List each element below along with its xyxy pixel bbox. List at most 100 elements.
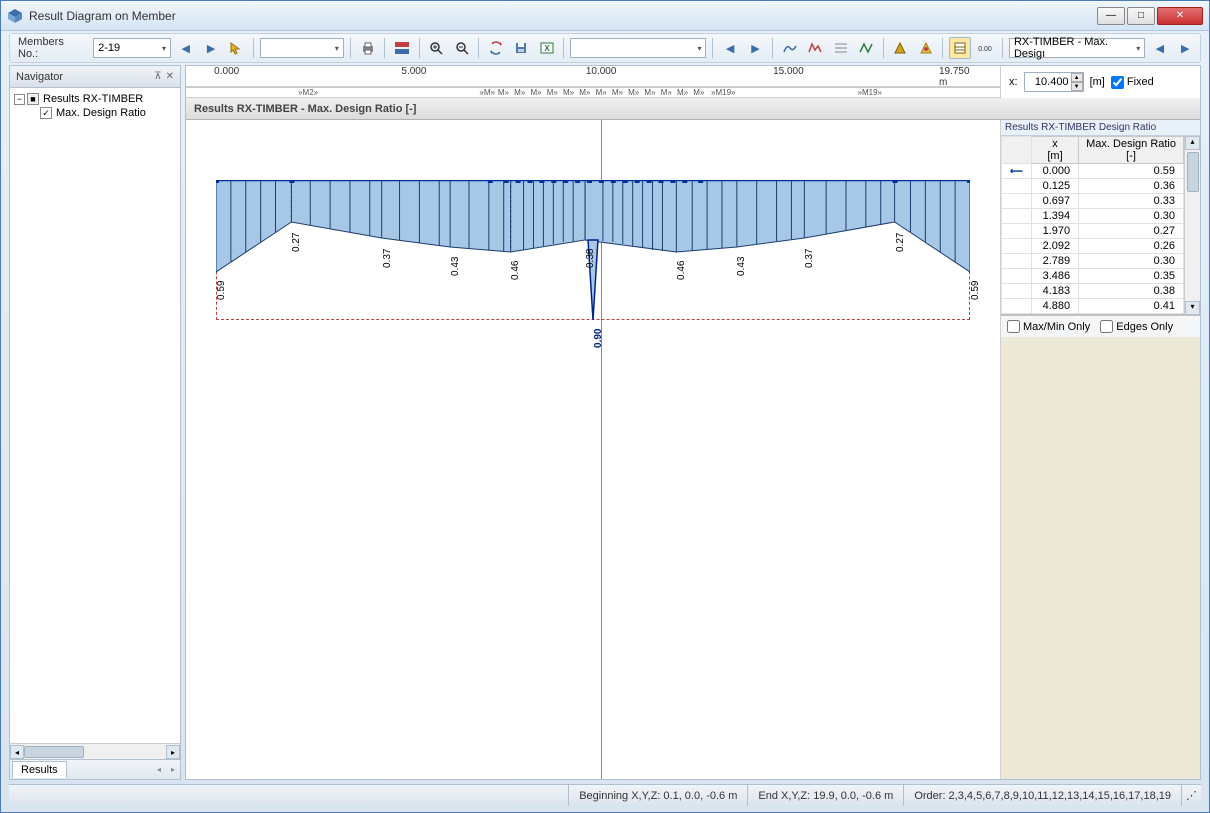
next-member-button[interactable]: ▶: [200, 37, 221, 59]
smooth-3-icon[interactable]: [830, 37, 851, 59]
minimize-button[interactable]: —: [1097, 7, 1125, 25]
value-label: 0.43: [736, 257, 747, 276]
loadcase-combo[interactable]: [260, 38, 344, 58]
svg-text:X: X: [544, 44, 550, 53]
table-row[interactable]: 4.1830.38: [1002, 284, 1184, 299]
zoom-in-icon[interactable]: [426, 37, 447, 59]
result-set-combo[interactable]: RX-TIMBER - Max. Desigı: [1009, 38, 1145, 58]
smooth-1-icon[interactable]: [779, 37, 800, 59]
table-row[interactable]: 3.4860.35: [1002, 269, 1184, 284]
smooth-4-icon[interactable]: [855, 37, 876, 59]
scroll-thumb[interactable]: [1187, 152, 1199, 192]
svg-text:0.00: 0.00: [979, 46, 993, 53]
value-label: 0.37: [804, 249, 815, 268]
value-label: 0.46: [676, 261, 687, 280]
smooth-2-icon[interactable]: [805, 37, 826, 59]
table-options: Max/Min Only Edges Only: [1001, 315, 1200, 337]
status-beginning: Beginning X,Y,Z: 0.1, 0.0, -0.6 m: [568, 785, 747, 806]
spin-up-icon[interactable]: ▲: [1071, 73, 1083, 82]
results-table[interactable]: x[m] Max. Design Ratio[-] ⟵0.0000.590.12…: [1001, 136, 1184, 315]
nav-last-icon[interactable]: ▶: [745, 37, 766, 59]
show-supports-icon[interactable]: [890, 37, 911, 59]
sync-view-icon[interactable]: [485, 37, 506, 59]
results-table-panel: Results RX-TIMBER Design Ratio x[m] Max.…: [1000, 120, 1200, 779]
scroll-down-icon[interactable]: ▾: [1185, 301, 1200, 315]
scroll-right-icon[interactable]: ▸: [166, 745, 180, 759]
value-label: 0.59: [216, 281, 227, 300]
navigator-header: Navigator ⊼ ✕: [10, 66, 180, 88]
values-toggle-icon[interactable]: 0.00: [975, 37, 996, 59]
navigator-close-icon[interactable]: ✕: [166, 71, 174, 82]
scroll-thumb[interactable]: [24, 746, 84, 758]
status-order: Order: 2,3,4,5,6,7,8,9,10,11,12,13,14,15…: [903, 785, 1181, 806]
value-label: 0.38: [585, 249, 596, 268]
maxmin-checkbox[interactable]: Max/Min Only: [1007, 320, 1090, 333]
scroll-up-icon[interactable]: ▴: [1185, 136, 1200, 150]
table-row[interactable]: 0.6970.33: [1002, 194, 1184, 209]
x-unit: [m]: [1090, 76, 1105, 88]
chart-area[interactable]: 0.59 0.27 0.37 0.43 0.46 0.38 0.46 0.43 …: [186, 120, 1000, 779]
excel-export-icon[interactable]: X: [536, 37, 557, 59]
value-label: 0.27: [291, 233, 302, 252]
tree-item-max-design-ratio[interactable]: ✓ Max. Design Ratio: [14, 106, 176, 120]
fixed-checkbox[interactable]: Fixed: [1111, 76, 1154, 89]
value-label: 0.43: [450, 257, 461, 276]
close-button[interactable]: ✕: [1157, 7, 1203, 25]
members-label: Members No.:: [14, 36, 89, 60]
result-next-icon[interactable]: ▶: [1175, 37, 1196, 59]
table-vscroll[interactable]: ▴ ▾: [1184, 136, 1200, 315]
chart-header: Results RX-TIMBER - Max. Design Ratio [-…: [186, 98, 1200, 120]
ruler: 0.000 5.000 10.000 15.000 19.750 m »M2» …: [186, 66, 1000, 98]
prev-member-button[interactable]: ◀: [175, 37, 196, 59]
results-toggle-icon[interactable]: [391, 37, 412, 59]
table-row[interactable]: 1.3940.30: [1002, 209, 1184, 224]
pin-icon[interactable]: ⊼: [154, 71, 161, 82]
status-end: End X,Y,Z: 19.9, 0.0, -0.6 m: [747, 785, 903, 806]
spin-down-icon[interactable]: ▼: [1071, 82, 1083, 91]
maximize-button[interactable]: □: [1127, 7, 1155, 25]
peak-label: 0.90: [593, 329, 604, 348]
status-empty: [9, 785, 568, 806]
tab-results[interactable]: Results: [12, 761, 67, 778]
window-title: Result Diagram on Member: [29, 9, 1097, 23]
checkbox-mixed-icon[interactable]: ■: [27, 93, 39, 105]
members-combo[interactable]: 2-19: [93, 38, 171, 58]
table-row[interactable]: 0.1250.36: [1002, 179, 1184, 194]
result-diagram: 0.59 0.27 0.37 0.43 0.46 0.38 0.46 0.43 …: [216, 180, 970, 380]
member-labels: »M2» »M» M» M» M» M» M» M» M» M» M» M» M…: [186, 88, 1000, 98]
main-toolbar: Members No.: 2-19 ◀ ▶ X ◀ ▶ 0.00: [9, 33, 1201, 63]
zoom-out-icon[interactable]: [451, 37, 472, 59]
tree-root[interactable]: − ■ Results RX-TIMBER: [14, 92, 176, 106]
pick-member-icon[interactable]: [226, 37, 247, 59]
print-icon[interactable]: [357, 37, 378, 59]
x-position-panel: x: ▲▼ [m] Fixed: [1000, 66, 1200, 98]
edges-checkbox[interactable]: Edges Only: [1100, 320, 1173, 333]
table-row[interactable]: 4.8800.41: [1002, 299, 1184, 314]
resize-grip-icon[interactable]: ⋰: [1181, 785, 1201, 806]
filter-combo[interactable]: [570, 38, 706, 58]
value-label: 0.27: [895, 233, 906, 252]
table-row[interactable]: 2.7890.30: [1002, 254, 1184, 269]
main-window: Result Diagram on Member — □ ✕ Members N…: [0, 0, 1210, 813]
table-row[interactable]: 2.0920.26: [1002, 239, 1184, 254]
table-row[interactable]: ⟵0.0000.59: [1002, 164, 1184, 179]
table-row[interactable]: 1.9700.27: [1002, 224, 1184, 239]
app-icon: [7, 8, 23, 24]
save-icon[interactable]: [511, 37, 532, 59]
nav-first-icon[interactable]: ◀: [719, 37, 740, 59]
x-label: x:: [1009, 76, 1018, 88]
tab-next-icon[interactable]: ▸: [166, 765, 180, 774]
results-table-header: Results RX-TIMBER Design Ratio: [1001, 120, 1200, 136]
show-loads-icon[interactable]: [915, 37, 936, 59]
expand-icon[interactable]: −: [14, 94, 25, 105]
tab-prev-icon[interactable]: ◂: [152, 765, 166, 774]
scroll-left-icon[interactable]: ◂: [10, 745, 24, 759]
value-label: 0.37: [382, 249, 393, 268]
value-label: 0.46: [510, 261, 521, 280]
checkbox-checked-icon[interactable]: ✓: [40, 107, 52, 119]
table-toggle-icon[interactable]: [949, 37, 970, 59]
navigator-hscroll[interactable]: ◂ ▸: [10, 743, 180, 759]
navigator-tree[interactable]: − ■ Results RX-TIMBER ✓ Max. Design Rati…: [10, 88, 180, 743]
result-prev-icon[interactable]: ◀: [1149, 37, 1170, 59]
navigator-title: Navigator: [16, 71, 63, 83]
